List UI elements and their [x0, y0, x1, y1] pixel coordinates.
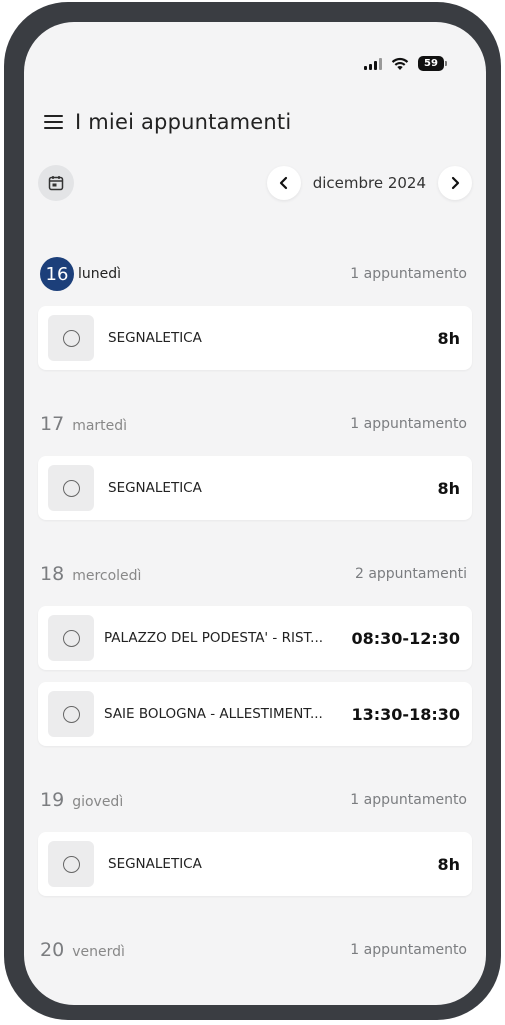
day-name: giovedì	[72, 794, 124, 810]
appointments-list: 16 lunedì 1 appuntamento SEGNALETICA 8h …	[38, 254, 472, 970]
status-bar: 59	[364, 56, 447, 71]
calendar-icon	[48, 176, 64, 191]
chevron-left-icon	[279, 176, 287, 190]
appointment-title: SEGNALETICA	[108, 856, 202, 872]
day-name: martedì	[72, 418, 128, 434]
appointment-count: 1 appuntamento	[350, 416, 467, 432]
day-name: venerdì	[72, 944, 125, 960]
day-number[interactable]: 17	[40, 413, 64, 435]
appointment-card[interactable]: SEGNALETICA 8h	[38, 306, 472, 370]
battery-indicator: 59	[418, 56, 447, 71]
circle-icon	[62, 329, 80, 347]
circle-icon	[62, 629, 80, 647]
day-number[interactable]: 19	[40, 789, 64, 811]
appointment-card[interactable]: SAIE BOLOGNA - ALLESTIMENT... 13:30-18:3…	[38, 682, 472, 746]
signal-icon	[364, 57, 382, 70]
phone-frame: 59 I miei appuntamenti dicembre 2024 16 …	[4, 2, 501, 1020]
status-checkbox[interactable]	[48, 315, 94, 361]
day-label: 20 venerdì	[40, 939, 125, 961]
circle-icon	[62, 479, 80, 497]
appointment-title: PALAZZO DEL PODESTA' - RIST...	[104, 630, 324, 646]
appointment-card[interactable]: SEGNALETICA 8h	[38, 832, 472, 896]
day-header: 18 mercoledì 2 appuntamenti	[38, 554, 472, 594]
prev-month-button[interactable]	[266, 166, 301, 200]
circle-icon	[62, 855, 80, 873]
menu-icon[interactable]	[44, 115, 63, 129]
appointment-count: 1 appuntamento	[350, 942, 467, 958]
day-number-today[interactable]: 16	[40, 257, 74, 291]
appointment-time: 8h	[437, 478, 460, 498]
status-checkbox[interactable]	[48, 841, 94, 887]
appointment-count: 1 appuntamento	[350, 266, 467, 282]
app-screen: 59 I miei appuntamenti dicembre 2024 16 …	[24, 22, 486, 1005]
status-checkbox[interactable]	[48, 465, 94, 511]
appointment-title: SEGNALETICA	[108, 330, 202, 346]
day-label: 18 mercoledì	[40, 563, 141, 585]
day-number[interactable]: 18	[40, 563, 64, 585]
next-month-button[interactable]	[438, 166, 472, 200]
day-name: mercoledì	[72, 568, 142, 584]
appointment-card[interactable]: SEGNALETICA 8h	[38, 456, 472, 520]
appointment-card[interactable]: PALAZZO DEL PODESTA' - RIST... 08:30-12:…	[38, 606, 472, 670]
day-label: 19 giovedì	[40, 789, 123, 811]
circle-icon	[62, 705, 80, 723]
wifi-icon	[391, 57, 409, 70]
appointment-count: 2 appuntamenti	[354, 566, 467, 582]
status-checkbox[interactable]	[48, 615, 94, 661]
day-label: 17 martedì	[40, 413, 127, 435]
appointment-time: 08:30-12:30	[351, 628, 461, 648]
app-header: I miei appuntamenti	[44, 110, 291, 134]
day-header: 17 martedì 1 appuntamento	[38, 404, 472, 444]
month-navigator: dicembre 2024	[266, 166, 472, 200]
status-checkbox[interactable]	[48, 691, 94, 737]
day-header: 16 lunedì 1 appuntamento	[38, 254, 472, 294]
appointment-title: SEGNALETICA	[108, 480, 202, 496]
chevron-right-icon	[451, 176, 460, 190]
day-header: 20 venerdì 1 appuntamento	[38, 930, 472, 970]
month-label: dicembre 2024	[312, 174, 426, 192]
day-label: 16 lunedì	[40, 257, 121, 291]
appointment-time: 8h	[437, 854, 460, 874]
page-title: I miei appuntamenti	[75, 110, 292, 134]
appointment-title: SAIE BOLOGNA - ALLESTIMENT...	[104, 706, 323, 722]
appointment-time: 8h	[437, 328, 460, 348]
appointment-time: 13:30-18:30	[351, 704, 461, 724]
day-name: lunedì	[78, 266, 122, 282]
day-number[interactable]: 20	[40, 939, 64, 961]
calendar-button[interactable]	[38, 165, 74, 201]
date-toolbar: dicembre 2024	[38, 165, 472, 201]
appointment-count: 1 appuntamento	[350, 792, 467, 808]
battery-level: 59	[424, 58, 438, 69]
day-header: 19 giovedì 1 appuntamento	[38, 780, 472, 820]
